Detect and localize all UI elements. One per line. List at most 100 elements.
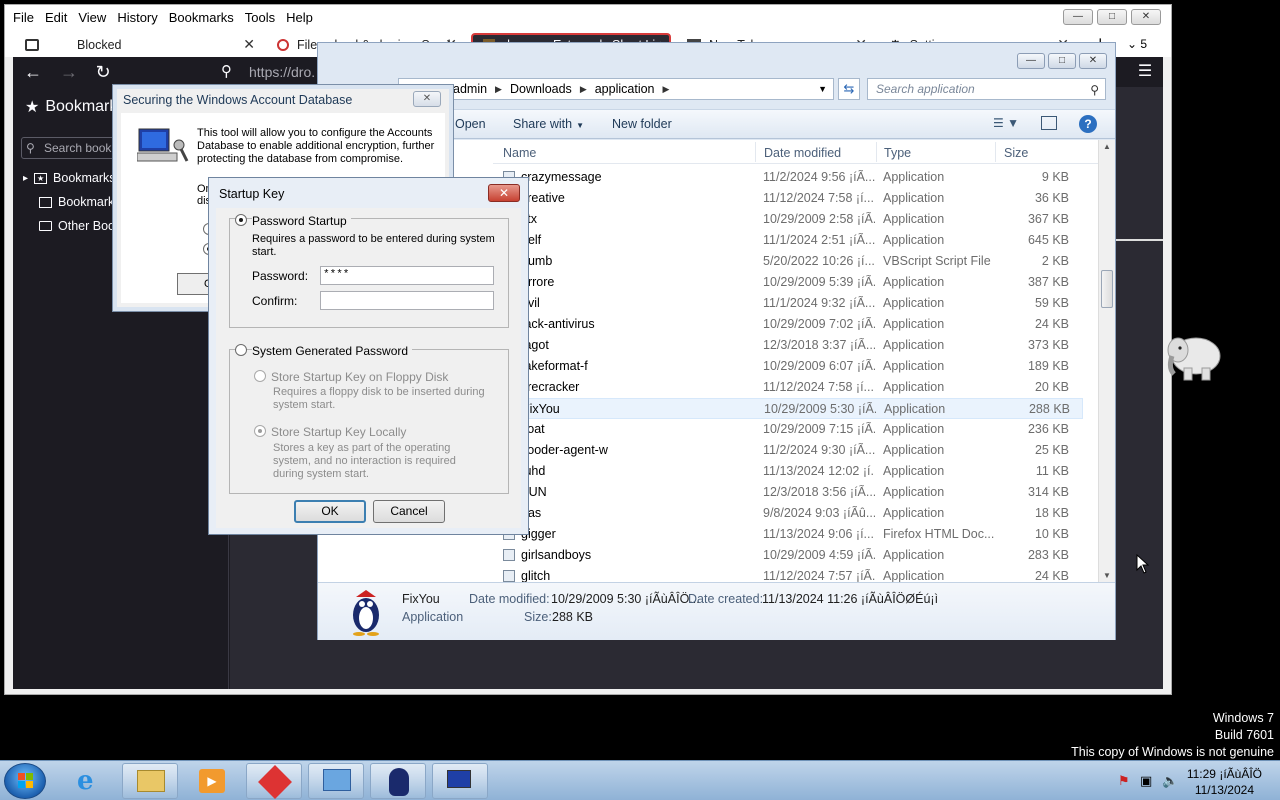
menu-tools[interactable]: Tools: [245, 10, 275, 25]
file-name: ctx: [521, 212, 751, 226]
file-row[interactable]: glitch 11/12/2024 7:57 ¡íÃ... Application 2…: [493, 566, 1083, 582]
share-with-button[interactable]: Share with ▼: [513, 117, 584, 131]
breadcrumb-downloads[interactable]: Downloads: [510, 82, 572, 96]
column-name[interactable]: Name: [503, 146, 536, 160]
forward-arrow-icon[interactable]: →: [57, 61, 81, 83]
scroll-up-icon[interactable]: ▲: [1103, 142, 1111, 151]
explorer-search-input[interactable]: Search application ⚲: [867, 78, 1106, 100]
column-divider[interactable]: [876, 142, 877, 162]
search-icon: ⚲: [26, 141, 35, 155]
file-row[interactable]: delf 11/1/2024 2:51 ¡íÃ... Application 645 …: [493, 230, 1083, 251]
reload-icon[interactable]: ↻: [91, 61, 115, 83]
view-options-icon[interactable]: ☰ ▼: [993, 116, 1019, 130]
store-locally-radio[interactable]: [254, 425, 266, 437]
elephant-desktop-pet-icon[interactable]: [1166, 326, 1224, 382]
penguin-icon: [389, 768, 409, 796]
close-button[interactable]: ✕: [1131, 9, 1161, 25]
preview-pane-icon[interactable]: [1041, 116, 1057, 130]
url-bar[interactable]: ⚲ https://dro.: [213, 59, 333, 85]
file-name: girlsandboys: [521, 548, 592, 562]
password-startup-radio[interactable]: [235, 214, 247, 226]
scrollbar-thumb[interactable]: [1101, 270, 1113, 308]
file-row[interactable]: fakeformat-f 10/29/2009 6:07 ¡íÃ... Applic…: [493, 356, 1083, 377]
menu-folder-icon: [39, 196, 52, 208]
file-row[interactable]: gigger 11/13/2024 9:06 ¡í... Firefox HTML …: [493, 524, 1083, 545]
syskey-taskbar-button[interactable]: [432, 763, 488, 799]
menu-history[interactable]: History: [117, 10, 157, 25]
file-row[interactable]: gas 9/8/2024 9:03 ¡íÃû... Application 18 KB: [493, 503, 1083, 524]
column-size[interactable]: Size: [1004, 146, 1028, 160]
ok-button[interactable]: OK: [294, 500, 366, 523]
file-row[interactable]: fack-antivirus 10/29/2009 7:02 ¡íÃ... Appl…: [493, 314, 1083, 335]
system-generated-radio[interactable]: [235, 344, 247, 356]
file-type: Application: [883, 212, 945, 226]
taskbar-clock[interactable]: 11:29 ¡íÃùÂÎÖ 11/13/2024: [1187, 766, 1262, 798]
file-row[interactable]: flooder-agent-w 11/2/2024 9:30 ¡íÃ... Appl…: [493, 440, 1083, 461]
file-row[interactable]: creative 11/12/2024 7:58 ¡í... Application…: [493, 188, 1083, 209]
confirm-field[interactable]: [320, 291, 494, 310]
menu-view[interactable]: View: [78, 10, 106, 25]
file-row[interactable]: fuhd 11/13/2024 12:02 ¡í... Application 11 …: [493, 461, 1083, 482]
password-startup-label[interactable]: Password Startup: [252, 214, 351, 228]
scroll-down-icon[interactable]: ▼: [1103, 571, 1111, 580]
file-row[interactable]: fagot 12/3/2018 3:37 ¡íÃ... Application 373…: [493, 335, 1083, 356]
control-panel-taskbar-button[interactable]: [308, 763, 364, 799]
password-field[interactable]: ****: [320, 266, 494, 285]
column-date-modified[interactable]: Date modified: [764, 146, 841, 160]
tab-close-icon[interactable]: ✕: [243, 36, 255, 53]
fixyou-taskbar-button[interactable]: [370, 763, 426, 799]
open-button[interactable]: Open: [455, 117, 486, 131]
column-divider[interactable]: [755, 142, 756, 162]
file-row[interactable]: FUN 12/3/2018 3:56 ¡íÃ... Application 314 K…: [493, 482, 1083, 503]
dialog-close-button[interactable]: ✕: [413, 91, 441, 107]
column-type[interactable]: Type: [884, 146, 911, 160]
explorer-taskbar-button[interactable]: [122, 763, 178, 799]
file-row[interactable]: dumb 5/20/2022 10:26 ¡í... VBScript Script…: [493, 251, 1083, 272]
file-row[interactable]: crazymessage 11/2/2024 9:56 ¡íÃ... Applica…: [493, 167, 1083, 188]
file-row[interactable]: float 10/29/2009 7:15 ¡íÃ... Application 23…: [493, 419, 1083, 440]
back-arrow-icon[interactable]: ←: [21, 61, 45, 83]
breadcrumb-admin[interactable]: admin: [453, 82, 487, 96]
file-row[interactable]: errore 10/29/2009 5:39 ¡íÃ... Application 3…: [493, 272, 1083, 293]
file-row[interactable]: firecracker 11/12/2024 7:58 ¡í... Applicat…: [493, 377, 1083, 398]
menu-help[interactable]: Help: [286, 10, 313, 25]
action-center-icon[interactable]: ⚑: [1118, 773, 1130, 789]
explorer-close-button[interactable]: ✕: [1079, 53, 1107, 69]
menu-file[interactable]: File: [13, 10, 34, 25]
file-date-modified: 10/29/2009 7:02 ¡íÃ...: [763, 317, 875, 331]
refresh-icon[interactable]: ⇆: [838, 78, 860, 100]
store-locally-label[interactable]: Store Startup Key Locally: [271, 425, 406, 439]
menu-bookmarks[interactable]: Bookmarks: [169, 10, 234, 25]
start-button[interactable]: [4, 763, 46, 799]
file-row[interactable]: FixYou 10/29/2009 5:30 ¡íÃ... Application 2…: [493, 398, 1083, 419]
dialog-close-button[interactable]: ✕: [488, 184, 520, 202]
address-bar[interactable]: admin ▶ Downloads ▶ application ▶ ▼: [398, 78, 834, 100]
file-row[interactable]: ctx 10/29/2009 2:58 ¡íÃ... Application 367 …: [493, 209, 1083, 230]
floppy-disk-label[interactable]: Store Startup Key on Floppy Disk: [271, 370, 448, 384]
network-icon[interactable]: ▣: [1140, 773, 1152, 789]
minimize-button[interactable]: —: [1063, 9, 1093, 25]
file-list-scrollbar[interactable]: ▲ ▼: [1098, 140, 1115, 582]
hamburger-menu-icon[interactable]: ☰: [1133, 61, 1157, 83]
media-player-taskbar-button[interactable]: ▶: [184, 763, 240, 799]
file-list: Name Date modified Type Size crazymessag…: [493, 140, 1098, 582]
help-icon[interactable]: ?: [1079, 115, 1097, 133]
file-row[interactable]: evil 11/1/2024 9:32 ¡íÃ... Application 59 K…: [493, 293, 1083, 314]
floppy-disk-radio[interactable]: [254, 370, 266, 382]
explorer-maximize-button[interactable]: □: [1048, 53, 1076, 69]
explorer-minimize-button[interactable]: —: [1017, 53, 1045, 69]
file-row[interactable]: girlsandboys 10/29/2009 4:59 ¡íÃ... Applic…: [493, 545, 1083, 566]
address-dropdown-icon[interactable]: ▼: [818, 84, 827, 94]
menu-edit[interactable]: Edit: [45, 10, 67, 25]
new-folder-button[interactable]: New folder: [612, 117, 672, 131]
internet-explorer-taskbar-button[interactable]: e: [62, 763, 118, 799]
cancel-button[interactable]: Cancel: [373, 500, 445, 523]
maximize-button[interactable]: □: [1097, 9, 1127, 25]
shield-app-taskbar-button[interactable]: [246, 763, 302, 799]
system-generated-label[interactable]: System Generated Password: [252, 344, 413, 358]
tab-blocked[interactable]: Blocked ✕: [15, 33, 261, 57]
breadcrumb-application[interactable]: application: [595, 82, 655, 96]
tab-list-button[interactable]: ⌄ 5: [1127, 37, 1147, 51]
volume-muted-icon[interactable]: 🔈: [1162, 773, 1178, 789]
column-divider[interactable]: [995, 142, 996, 162]
